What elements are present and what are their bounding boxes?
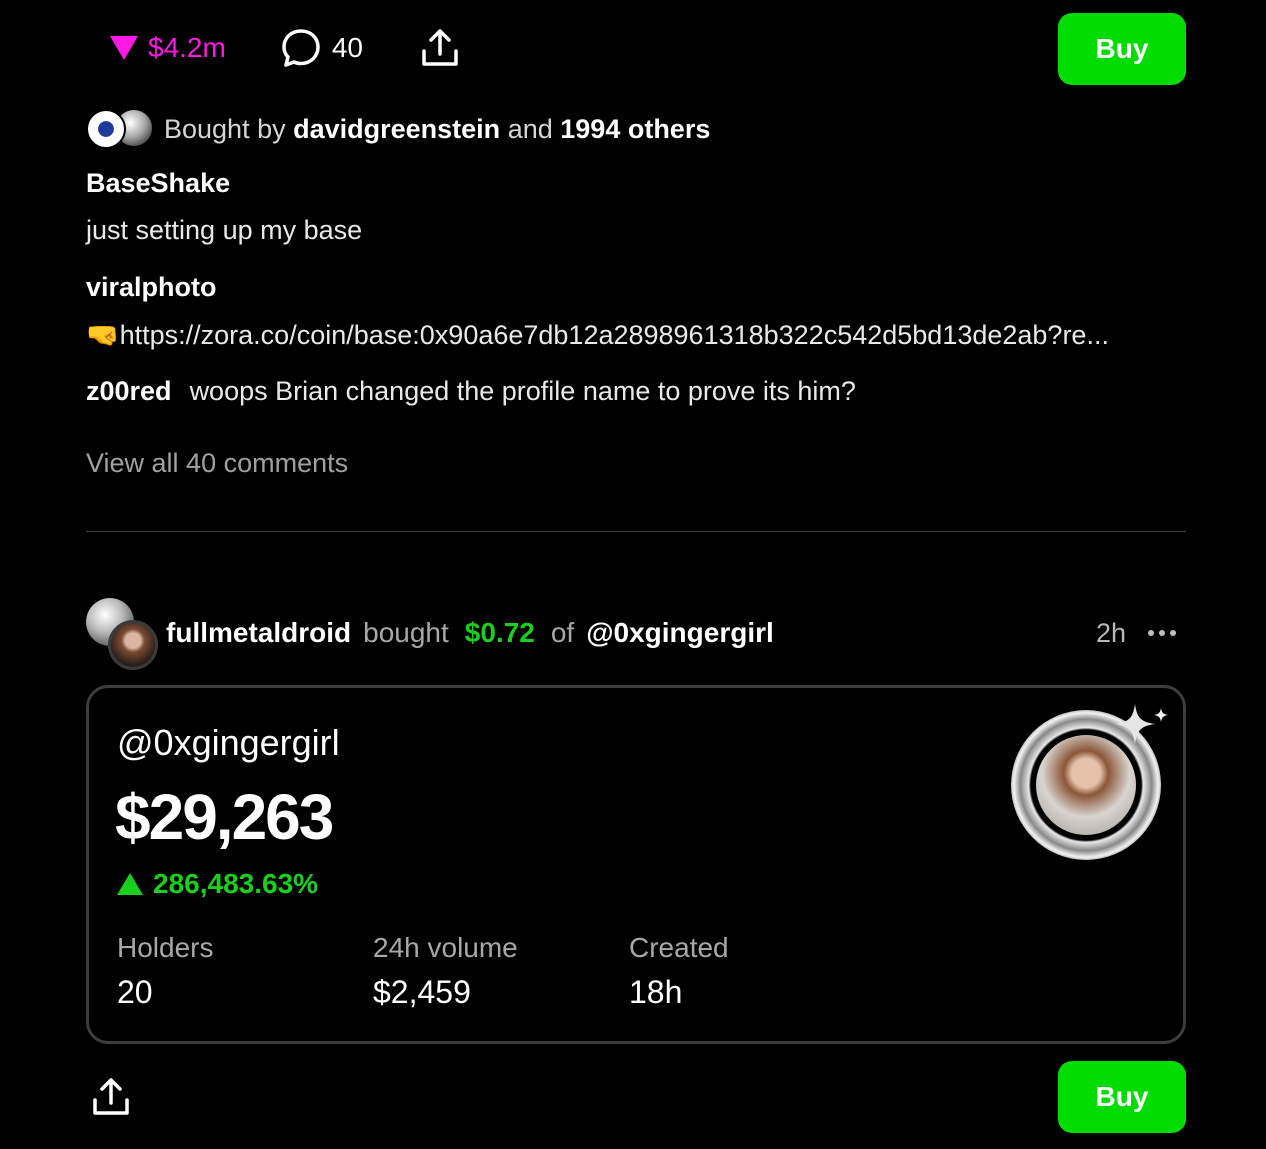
- activity-of: of: [550, 617, 575, 648]
- activity-avatars[interactable]: [86, 598, 164, 670]
- activity-user[interactable]: fullmetaldroid: [166, 617, 351, 649]
- comment-author[interactable]: BaseShake: [86, 168, 362, 199]
- avatar: [86, 109, 126, 149]
- comments-stat[interactable]: 40: [280, 27, 363, 69]
- market-cap-value: $4.2m: [148, 32, 226, 63]
- comment-text[interactable]: 🤜https://zora.co/coin/base:0x90a6e7db12a…: [86, 319, 1109, 351]
- avatar: [108, 620, 158, 670]
- stat-label: Holders: [117, 932, 214, 963]
- bought-by-joiner: and: [507, 113, 553, 144]
- view-all-comments-link[interactable]: View all 40 comments: [86, 448, 348, 479]
- activity-meta: 2h: [1096, 618, 1186, 649]
- stat-label: Created: [629, 932, 729, 963]
- sparkle-icon: [1115, 704, 1168, 744]
- comment-bubble-icon: [280, 27, 322, 69]
- coin-card[interactable]: @0xgingergirl $29,263 286,483.63% Holder…: [86, 685, 1186, 1044]
- comment-author[interactable]: z00red: [86, 376, 172, 407]
- feed: $4.2m 40 Buy Bought by davidgreenstein a…: [0, 0, 1266, 1149]
- stat-volume: 24h volume $2,459: [373, 932, 629, 1011]
- bought-by-others[interactable]: 1994 others: [560, 114, 710, 145]
- coin-avatar: [1011, 704, 1168, 860]
- activity-time: 2h: [1095, 617, 1126, 648]
- comment-item: BaseShake just setting up my base: [86, 168, 362, 246]
- coin-price: $29,263: [115, 781, 334, 853]
- bought-by-prefix: Bought by: [164, 113, 286, 144]
- stat-value: 20: [117, 974, 153, 1010]
- comment-text: woops Brian changed the profile name to …: [189, 376, 856, 406]
- stat-holders: Holders 20: [117, 932, 373, 1011]
- comment-author[interactable]: viralphoto: [86, 272, 1109, 303]
- activity-target[interactable]: @0xgingergirl: [586, 617, 774, 649]
- market-cap-stat[interactable]: $4.2m: [110, 32, 226, 64]
- divider: [86, 531, 1186, 532]
- stat-label: 24h volume: [373, 932, 518, 963]
- bought-by-user[interactable]: davidgreenstein: [293, 114, 500, 145]
- more-options-icon[interactable]: [1148, 630, 1176, 636]
- buy-button[interactable]: Buy: [1058, 13, 1186, 85]
- comment-count: 40: [331, 32, 363, 63]
- share-icon[interactable]: [419, 27, 461, 69]
- down-triangle-icon: [110, 36, 138, 60]
- stat-value: 18h: [629, 974, 683, 1010]
- coin-change: 286,483.63%: [117, 868, 318, 900]
- buy-button[interactable]: Buy: [1058, 1061, 1186, 1133]
- coin-handle: @0xgingergirl: [117, 722, 340, 763]
- comment-text: just setting up my base: [86, 215, 363, 245]
- activity-amount: $0.72: [464, 617, 535, 648]
- stat-value: $2,459: [373, 974, 471, 1010]
- activity-row: fullmetaldroid bought $0.72 of @0xginger…: [86, 598, 1186, 670]
- up-triangle-icon: [117, 873, 143, 895]
- coin-stats: Holders 20 24h volume $2,459 Created 18h: [117, 932, 885, 1011]
- comment-item: viralphoto 🤜https://zora.co/coin/base:0x…: [86, 272, 1109, 351]
- comment-item: z00red woops Brian changed the profile n…: [86, 376, 856, 407]
- share-icon[interactable]: [90, 1076, 132, 1118]
- coin-change-value: 286,483.63%: [153, 868, 319, 899]
- activity-verb: bought: [363, 617, 449, 648]
- stat-created: Created 18h: [629, 932, 885, 1011]
- bought-by-row[interactable]: Bought by davidgreenstein and 1994 other…: [86, 108, 710, 150]
- activity-text: fullmetaldroid bought $0.72 of @0xginger…: [166, 617, 774, 649]
- buyer-avatars: [86, 108, 156, 150]
- post-actions: $4.2m 40: [110, 24, 461, 72]
